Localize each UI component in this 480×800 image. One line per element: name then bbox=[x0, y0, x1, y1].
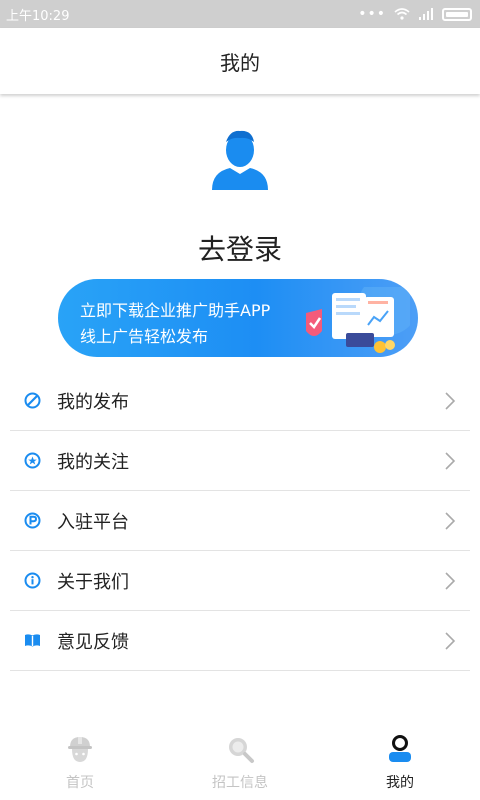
banner-illustration bbox=[306, 287, 410, 353]
banner-line-1: 立即下载企业推广助手APP bbox=[80, 301, 271, 320]
menu-item-label: 我的发布 bbox=[57, 391, 129, 413]
menu-item-about-us[interactable]: 关于我们 bbox=[10, 551, 470, 611]
nav-label: 招工信息 bbox=[212, 775, 268, 791]
notification-dots-icon: ••• bbox=[358, 6, 386, 22]
login-button[interactable]: 去登录 bbox=[0, 228, 480, 268]
banner-line-2: 线上广告轻松发布 bbox=[80, 327, 209, 346]
worker-helmet-icon bbox=[68, 737, 92, 762]
status-icons: ••• bbox=[358, 6, 472, 22]
nav-job-info[interactable]: 招工信息 bbox=[160, 726, 320, 800]
book-icon bbox=[23, 632, 41, 650]
status-time: 上午10:29 bbox=[6, 8, 70, 24]
menu-item-my-follows[interactable]: 我的关注 bbox=[10, 431, 470, 491]
menu-item-feedback[interactable]: 意见反馈 bbox=[10, 611, 470, 671]
search-icon bbox=[229, 738, 254, 763]
menu-item-my-posts[interactable]: 我的发布 bbox=[10, 371, 470, 431]
nav-home[interactable]: 首页 bbox=[0, 726, 160, 800]
status-bar: 上午10:29 ••• bbox=[0, 0, 480, 28]
signal-icon bbox=[419, 8, 433, 20]
ban-circle-icon bbox=[23, 392, 41, 410]
chevron-right-icon bbox=[445, 632, 456, 650]
page-header: 我的 bbox=[0, 28, 480, 94]
menu-item-label: 关于我们 bbox=[57, 571, 129, 593]
profile-icon bbox=[389, 735, 411, 762]
p-circle-icon bbox=[23, 512, 41, 530]
bottom-nav: 首页 招工信息 我的 bbox=[0, 726, 480, 800]
nav-label: 我的 bbox=[386, 775, 414, 791]
nav-label: 首页 bbox=[66, 775, 94, 791]
menu-item-label: 我的关注 bbox=[57, 451, 129, 473]
download-app-banner[interactable]: 立即下载企业推广助手APP 线上广告轻松发布 bbox=[58, 279, 418, 357]
chevron-right-icon bbox=[445, 572, 456, 590]
battery-icon bbox=[442, 7, 472, 21]
menu-list: 我的发布 我的关注 入驻平台 关于我们 意见反馈 bbox=[10, 371, 470, 671]
menu-item-label: 意见反馈 bbox=[57, 631, 129, 653]
info-circle-icon bbox=[23, 572, 41, 590]
page-title: 我的 bbox=[220, 50, 260, 75]
menu-item-join-platform[interactable]: 入驻平台 bbox=[10, 491, 470, 551]
chevron-right-icon bbox=[445, 392, 456, 410]
chevron-right-icon bbox=[445, 512, 456, 530]
star-circle-icon bbox=[23, 452, 41, 470]
nav-mine[interactable]: 我的 bbox=[320, 726, 480, 800]
menu-item-label: 入驻平台 bbox=[57, 511, 129, 533]
avatar-icon[interactable] bbox=[210, 128, 270, 190]
wifi-icon bbox=[394, 8, 410, 20]
chevron-right-icon bbox=[445, 452, 456, 470]
